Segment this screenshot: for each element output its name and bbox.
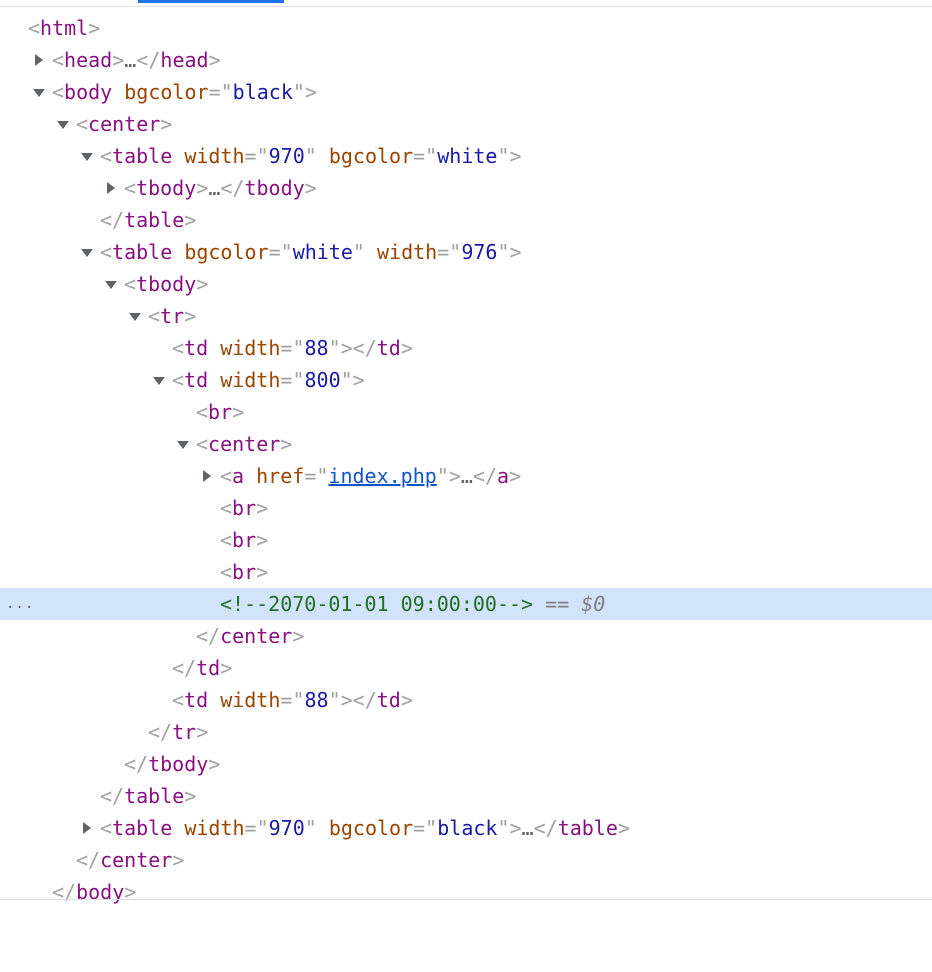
node-body-close[interactable]: </body>: [0, 876, 932, 908]
node-tbody-collapsed[interactable]: <tbody>…</tbody>: [0, 172, 932, 204]
node-html[interactable]: <html>: [0, 12, 932, 44]
href-link[interactable]: index.php: [328, 464, 436, 488]
node-body[interactable]: <body bgcolor="black">: [0, 76, 932, 108]
node-td-main-close[interactable]: </td>: [0, 652, 932, 684]
node-center[interactable]: <center>: [0, 108, 932, 140]
node-br[interactable]: <br>: [0, 492, 932, 524]
node-comment-selected[interactable]: ... <!--2070-01-01 09:00:00--> == $0: [0, 588, 932, 620]
node-br[interactable]: <br>: [0, 556, 932, 588]
collapse-triangle-icon[interactable]: [129, 313, 141, 321]
node-br[interactable]: <br>: [0, 524, 932, 556]
more-options-icon[interactable]: ...: [6, 588, 34, 620]
node-td-right[interactable]: <td width="88"></td>: [0, 684, 932, 716]
node-tbody-close[interactable]: </tbody>: [0, 748, 932, 780]
node-table-1-close[interactable]: </table>: [0, 204, 932, 236]
node-a[interactable]: <a href="index.php">…</a>: [0, 460, 932, 492]
expand-triangle-icon[interactable]: [107, 182, 115, 194]
node-td-left[interactable]: <td width="88"></td>: [0, 332, 932, 364]
active-tab-indicator: [138, 0, 284, 3]
node-center-inner-close[interactable]: </center>: [0, 620, 932, 652]
node-table-2-close[interactable]: </table>: [0, 780, 932, 812]
node-tbody[interactable]: <tbody>: [0, 268, 932, 300]
node-center-close[interactable]: </center>: [0, 844, 932, 876]
collapse-triangle-icon[interactable]: [105, 281, 117, 289]
node-tr[interactable]: <tr>: [0, 300, 932, 332]
node-head[interactable]: <head>…</head>: [0, 44, 932, 76]
node-table-1[interactable]: <table width="970" bgcolor="white">: [0, 140, 932, 172]
expand-triangle-icon[interactable]: [83, 822, 91, 834]
expand-triangle-icon[interactable]: [35, 54, 43, 66]
node-tr-close[interactable]: </tr>: [0, 716, 932, 748]
collapse-triangle-icon[interactable]: [177, 441, 189, 449]
devtools-topbar: [0, 0, 932, 7]
elements-tree: <html> <head>…</head> <body bgcolor="bla…: [0, 12, 932, 908]
node-table-2[interactable]: <table bgcolor="white" width="976">: [0, 236, 932, 268]
collapse-triangle-icon[interactable]: [33, 89, 45, 97]
node-center-inner[interactable]: <center>: [0, 428, 932, 460]
collapse-triangle-icon[interactable]: [57, 121, 69, 129]
node-td-main[interactable]: <td width="800">: [0, 364, 932, 396]
node-table-3[interactable]: <table width="970" bgcolor="black">…</ta…: [0, 812, 932, 844]
collapse-triangle-icon[interactable]: [81, 249, 93, 257]
collapse-triangle-icon[interactable]: [153, 377, 165, 385]
expand-triangle-icon[interactable]: [203, 470, 211, 482]
collapse-triangle-icon[interactable]: [81, 153, 93, 161]
node-br[interactable]: <br>: [0, 396, 932, 428]
